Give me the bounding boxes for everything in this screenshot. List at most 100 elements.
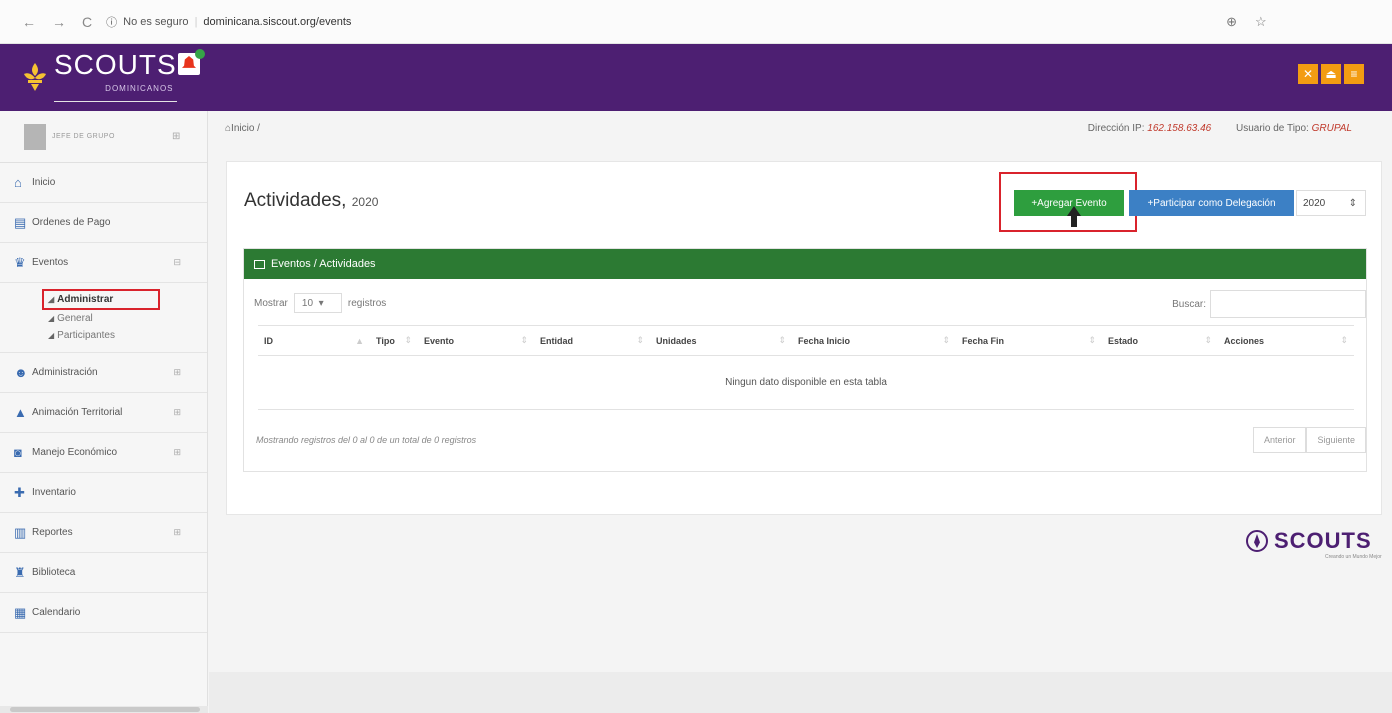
sidebar-item-inicio[interactable]: ⌂ Inicio (0, 163, 207, 203)
page-footer (209, 672, 1392, 713)
column-tipo[interactable]: Tipo ⇕ (370, 326, 418, 355)
user-type-label: Usuario de Tipo: (1236, 123, 1309, 134)
page-title-year: 2020 (351, 195, 379, 209)
payment-icon: ▤ (14, 214, 27, 230)
column-unidades[interactable]: Unidades ⇕ (650, 326, 792, 355)
submenu-item-participantes[interactable]: ◢ Participantes (48, 327, 207, 344)
star-icon[interactable]: ☆ (1255, 14, 1267, 30)
sidebar-item-calendario[interactable]: ▦ Calendario (0, 593, 207, 633)
column-evento[interactable]: Evento ⇕ (418, 326, 534, 355)
notification-bell-icon[interactable] (178, 49, 205, 75)
user-role: JEFE DE GRUPO (52, 133, 115, 140)
prev-button[interactable]: Anterior (1252, 427, 1307, 453)
url-separator: | (194, 15, 198, 28)
bar-chart-icon: ▥ (14, 524, 27, 540)
ip-value: 162.158.63.46 (1147, 123, 1212, 134)
graduation-cap-icon: ▲ (14, 404, 27, 420)
expand-icon[interactable]: ⊞ (173, 527, 181, 538)
forward-icon[interactable]: → (52, 14, 66, 30)
url-text[interactable]: dominicana.siscout.org/events (203, 16, 351, 28)
back-icon[interactable]: ← (22, 14, 36, 30)
column-estado[interactable]: Estado ⇕ (1102, 326, 1218, 355)
sidebar-item-label: Eventos (32, 257, 69, 268)
scrollbar-thumb[interactable] (10, 707, 200, 712)
sidebar-item-ordenes[interactable]: ▤ Ordenes de Pago (0, 203, 207, 243)
year-select[interactable]: 2020 ⇕ (1296, 190, 1366, 216)
sidebar-item-biblioteca[interactable]: ♜ Biblioteca (0, 553, 207, 593)
footer-brand: SCOUTS (1274, 528, 1372, 553)
sidebar-item-reportes[interactable]: ▥ Reportes ⊞ (0, 513, 207, 553)
trophy-icon: ♛ (14, 254, 26, 270)
sidebar-item-label: Administración (32, 367, 98, 378)
world-scout-emblem-icon (1246, 530, 1268, 552)
column-acciones[interactable]: Acciones ⇕ (1218, 326, 1354, 355)
submenu-label: General (57, 313, 93, 324)
submenu-item-administrar[interactable]: ◢ Administrar (42, 289, 160, 310)
select-chevron-icon: ⇕ (1348, 197, 1357, 209)
table-icon (254, 259, 265, 269)
sidebar-item-inventario[interactable]: ✚ Inventario (0, 473, 207, 513)
activities-panel: Actividades, 2020 +Agregar Evento +Parti… (226, 161, 1382, 515)
info-icon: ⓘ (106, 16, 118, 29)
sidebar-scrollbar[interactable] (0, 706, 208, 713)
user-type-value: GRUPAL (1311, 123, 1352, 134)
sidebar-item-animacion[interactable]: ▲ Animación Territorial ⊞ (0, 393, 207, 433)
table-info: Mostrando registros del 0 al 0 de un tot… (256, 435, 477, 445)
session-info: Dirección IP: 162.158.63.46 Usuario de T… (1088, 123, 1352, 134)
notification-dot (195, 49, 205, 59)
user-toggle-icon[interactable]: ⊞ (172, 131, 180, 142)
browser-toolbar: ← → C ⓘ No es seguro | dominicana.siscou… (0, 0, 1392, 44)
footer-scouts-logo: SCOUTS Creando un Mundo Mejor (1246, 528, 1382, 560)
sidebar-item-label: Biblioteca (32, 567, 76, 578)
money-icon: ◙ (14, 444, 22, 460)
join-delegation-button[interactable]: +Participar como Delegación (1129, 190, 1294, 216)
column-fecha-inicio[interactable]: Fecha Inicio ⇕ (792, 326, 956, 355)
expand-icon[interactable]: ⊞ (173, 367, 181, 378)
sidebar-item-label: Animación Territorial (32, 407, 123, 418)
show-label: Mostrar (254, 297, 288, 309)
pointer-cursor-icon (1067, 206, 1081, 228)
address-bar[interactable]: ⓘ No es seguro | dominicana.siscout.org/… (106, 14, 1126, 30)
sidebar-item-eventos[interactable]: ♛ Eventos ⊟ (0, 243, 207, 283)
table-header-bar: Eventos / Actividades (244, 249, 1366, 279)
reload-icon[interactable]: C (82, 14, 92, 30)
column-id[interactable]: ID ▲ (258, 326, 370, 355)
submenu-item-general[interactable]: ◢ General (48, 310, 207, 327)
sidebar-item-administracion[interactable]: ☻ Administración ⊞ (0, 353, 207, 393)
search-label: Buscar: (1172, 298, 1206, 310)
fullscreen-button[interactable]: ✕ (1298, 64, 1318, 84)
plus-icon: ✚ (14, 484, 25, 500)
search-input[interactable] (1210, 290, 1366, 318)
sidebar-item-label: Calendario (32, 607, 81, 618)
sidebar-item-label: Inicio (32, 177, 56, 188)
records-label: registros (347, 297, 387, 309)
app-header: SCOUTS DOMINICANOS ✕ ⏏ ≡ (0, 44, 1392, 111)
zoom-icon[interactable]: ⊕ (1226, 14, 1237, 30)
breadcrumb-inicio[interactable]: Inicio / (231, 123, 260, 134)
calendar-icon: ▦ (14, 604, 27, 620)
page-length-select[interactable]: 10 ▾ (293, 293, 342, 313)
bar-chart-icon: ◢ (48, 314, 55, 323)
menu-button[interactable]: ≡ (1344, 64, 1364, 84)
sidebar-item-label: Ordenes de Pago (32, 217, 111, 228)
column-fecha-fin[interactable]: Fecha Fin ⇕ (956, 326, 1102, 355)
expand-icon[interactable]: ⊞ (173, 447, 181, 458)
year-select-value: 2020 (1303, 197, 1326, 209)
submenu-label: Participantes (57, 330, 115, 341)
next-button[interactable]: Siguiente (1306, 427, 1366, 453)
logout-button[interactable]: ⏏ (1321, 64, 1341, 84)
sidebar-item-manejo[interactable]: ◙ Manejo Económico ⊞ (0, 433, 207, 473)
column-entidad[interactable]: Entidad ⇕ (534, 326, 650, 355)
sitemap-icon: ♜ (14, 564, 26, 580)
bell-glyph (182, 56, 196, 68)
security-label: No es seguro (123, 15, 189, 28)
page-title: Actividades, 2020 (244, 190, 378, 212)
scouts-logo[interactable]: SCOUTS DOMINICANOS (22, 51, 177, 102)
bar-chart-icon: ◢ (48, 295, 55, 304)
table-search: Buscar: (1172, 290, 1366, 318)
collapse-icon[interactable]: ⊟ (173, 257, 181, 268)
empty-table-message: Ningun dato disponible en esta tabla (258, 356, 1354, 410)
submenu-label: Administrar (57, 294, 114, 305)
expand-icon[interactable]: ⊞ (173, 407, 181, 418)
events-table-box: Eventos / Actividades Mostrar 10 ▾ regis… (243, 248, 1367, 472)
